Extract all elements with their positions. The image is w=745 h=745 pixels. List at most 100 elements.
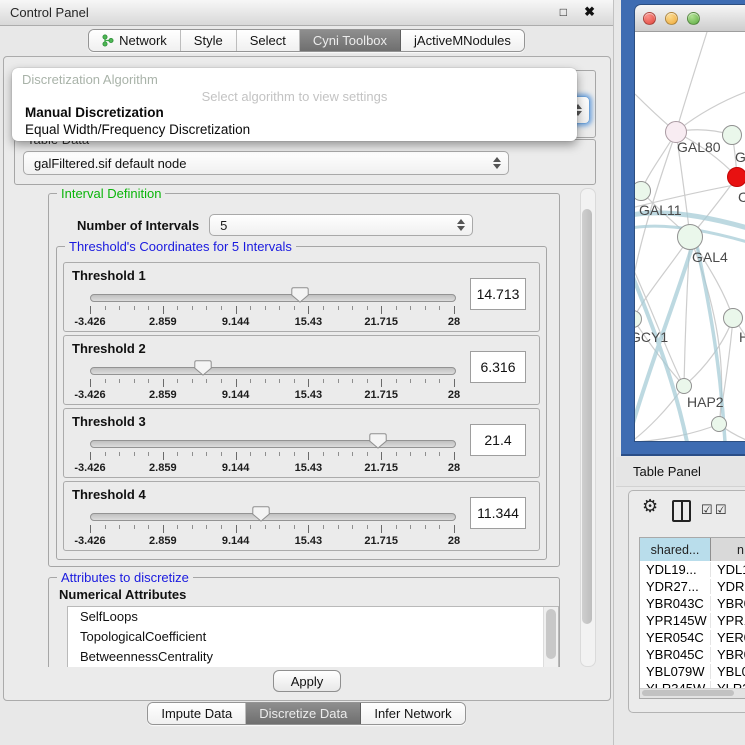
checkbox-icon[interactable]: ☑ [715, 503, 727, 516]
tick-label: 21.715 [364, 535, 398, 547]
tab-label: Network [119, 33, 167, 48]
zoom-traffic-light-icon[interactable] [687, 12, 700, 25]
settings-vertical-scrollbar[interactable] [580, 188, 596, 667]
node-label: GAL80 [677, 139, 721, 155]
cell-shared-name[interactable]: YDL19... [640, 562, 711, 577]
tick-labels: -3.4262.8599.14415.4321.71528 [90, 316, 454, 328]
table-data-combobox[interactable]: galFiltered.sif default node [23, 151, 509, 175]
close-traffic-light-icon[interactable] [643, 12, 656, 25]
node-label: GAL4 [692, 249, 728, 265]
number-of-intervals-combobox[interactable]: 5 [209, 214, 473, 236]
cell-shared-name[interactable]: YDR27... [640, 579, 711, 594]
tab-select[interactable]: Select [237, 30, 300, 51]
dropdown-option-manual-discretization[interactable]: Manual Discretization [25, 105, 164, 120]
columns-icon[interactable] [672, 500, 691, 522]
network-node-partial-right[interactable] [723, 308, 743, 328]
cell-shared-name[interactable]: YBR045C [640, 647, 711, 662]
slider-thumb[interactable] [252, 506, 270, 522]
table-panel-window: ⚙ ☑ ☑ shared... n YDL19...YDL1YDR27...YD… [628, 490, 745, 713]
cell-shared-name[interactable]: YBL079W [640, 664, 711, 679]
tick-label: -3.426 [74, 535, 105, 547]
numerical-attributes-listbox[interactable]: SelfLoopsTopologicalCoefficientBetweenne… [67, 606, 559, 667]
cell-name[interactable]: YBR0 [711, 647, 745, 662]
network-node-gal4[interactable] [677, 224, 703, 250]
settings-scroll-region: Interval Definition Number of Intervals … [14, 186, 596, 667]
tab-jactivemnodules[interactable]: jActiveMNodules [401, 30, 524, 51]
node-attribute-table: shared... n YDL19...YDL1YDR27...YDR2YBR0… [639, 537, 745, 699]
cell-name[interactable]: YDR2 [711, 579, 745, 594]
threshold-value-field[interactable]: 11.344 [470, 497, 526, 529]
table-row[interactable]: YER054CYER0 [640, 629, 745, 646]
network-canvas[interactable]: GAL80 GA C GAL11 GAL4 GCY1 H HAP2 [635, 32, 745, 441]
screen: Control Panel □ ✖ Network Style Select Cyni… [0, 0, 745, 745]
cell-shared-name[interactable]: YBR043C [640, 596, 711, 611]
network-node-partial-bottom[interactable] [711, 416, 727, 432]
threshold-value-field[interactable]: 14.713 [470, 278, 526, 310]
tick-label: 15.43 [295, 462, 323, 474]
dropdown-option-equal-width-frequency[interactable]: Equal Width/Frequency Discretization [25, 122, 250, 137]
cell-shared-name[interactable]: YER054C [640, 630, 711, 645]
table-row[interactable]: YDR27...YDR2 [640, 578, 745, 595]
control-panel: Control Panel □ ✖ Network Style Select Cyni… [0, 0, 614, 745]
close-icon[interactable]: ✖ [584, 4, 595, 20]
network-node-red-selected[interactable] [727, 167, 745, 187]
column-header-shared-name[interactable]: shared... [640, 538, 711, 561]
attributes-to-discretize-group: Attributes to discretize Numerical Attri… [48, 577, 560, 667]
attribute-item-topologicalcoefficient[interactable]: TopologicalCoefficient [68, 627, 558, 647]
network-node-partial-top-right[interactable] [722, 125, 742, 145]
threshold-value-field[interactable]: 21.4 [470, 424, 526, 456]
network-window-titlebar [635, 5, 745, 32]
cell-shared-name[interactable]: YPR145W [640, 613, 711, 628]
table-row[interactable]: YPR145WYPR1 [640, 612, 745, 629]
gear-icon[interactable]: ⚙ [642, 497, 658, 515]
number-of-intervals-label: Number of Intervals [77, 218, 199, 233]
tab-network[interactable]: Network [89, 30, 181, 51]
network-node-hap2[interactable] [676, 378, 692, 394]
attributes-scrollbar[interactable] [543, 607, 558, 667]
column-header-name[interactable]: n [711, 538, 745, 561]
cell-name[interactable]: YER0 [711, 630, 745, 645]
threshold-slider[interactable]: -3.4262.8599.14415.4321.71528 [90, 287, 454, 329]
threshold-panel-2: Threshold 2-3.4262.8599.14415.4321.71528… [63, 335, 540, 405]
cell-name[interactable]: YBL0 [711, 664, 745, 679]
threshold-slider[interactable]: -3.4262.8599.14415.4321.71528 [90, 506, 454, 548]
attribute-item-selfloops[interactable]: SelfLoops [68, 607, 558, 627]
tick-label: -3.426 [74, 462, 105, 474]
tab-label: Select [250, 33, 286, 48]
bottom-tab-discretize-data[interactable]: Discretize Data [246, 703, 361, 724]
threshold-label: Threshold 4 [72, 487, 146, 502]
table-row[interactable]: YBL079WYBL0 [640, 663, 745, 680]
slider-thumb[interactable] [369, 433, 387, 449]
tab-cyni-toolbox[interactable]: Cyni Toolbox [300, 30, 401, 51]
table-row[interactable]: YBR043CYBR0 [640, 595, 745, 612]
attribute-item-betweennesscentrality[interactable]: BetweennessCentrality [68, 647, 558, 667]
float-window-icon[interactable]: □ [560, 5, 567, 19]
table-hscrollbar-thumb[interactable] [642, 690, 734, 696]
table-row[interactable]: YDL19...YDL1 [640, 561, 745, 578]
slider-thumb[interactable] [291, 287, 309, 303]
slider-thumb[interactable] [194, 360, 212, 376]
checkbox-icon[interactable]: ☑ [701, 503, 713, 516]
slider-track [90, 294, 456, 302]
settings-scrollbar-thumb[interactable] [582, 209, 592, 624]
panel-title: Control Panel [10, 5, 89, 20]
threshold-list: Threshold 1-3.4262.8599.14415.4321.71528… [63, 262, 540, 551]
tab-style[interactable]: Style [181, 30, 237, 51]
tick-label: -3.426 [74, 316, 105, 328]
cell-name[interactable]: YDL1 [711, 562, 745, 577]
minimize-traffic-light-icon[interactable] [665, 12, 678, 25]
attributes-scrollbar-thumb[interactable] [546, 609, 556, 659]
threshold-value-field[interactable]: 6.316 [470, 351, 526, 383]
attributes-group-title: Attributes to discretize [57, 570, 193, 585]
threshold-slider[interactable]: -3.4262.8599.14415.4321.71528 [90, 360, 454, 402]
tab-label: Cyni Toolbox [313, 33, 387, 48]
bottom-tab-impute-data[interactable]: Impute Data [148, 703, 246, 724]
bottom-tab-infer-network[interactable]: Infer Network [361, 703, 464, 724]
cell-name[interactable]: YBR0 [711, 596, 745, 611]
table-row[interactable]: YBR045CYBR0 [640, 646, 745, 663]
cell-name[interactable]: YPR1 [711, 613, 745, 628]
table-horizontal-scrollbar[interactable] [640, 688, 745, 698]
threshold-slider[interactable]: -3.4262.8599.14415.4321.71528 [90, 433, 454, 475]
apply-button[interactable]: Apply [273, 670, 341, 692]
tick-label: 9.144 [222, 389, 250, 401]
